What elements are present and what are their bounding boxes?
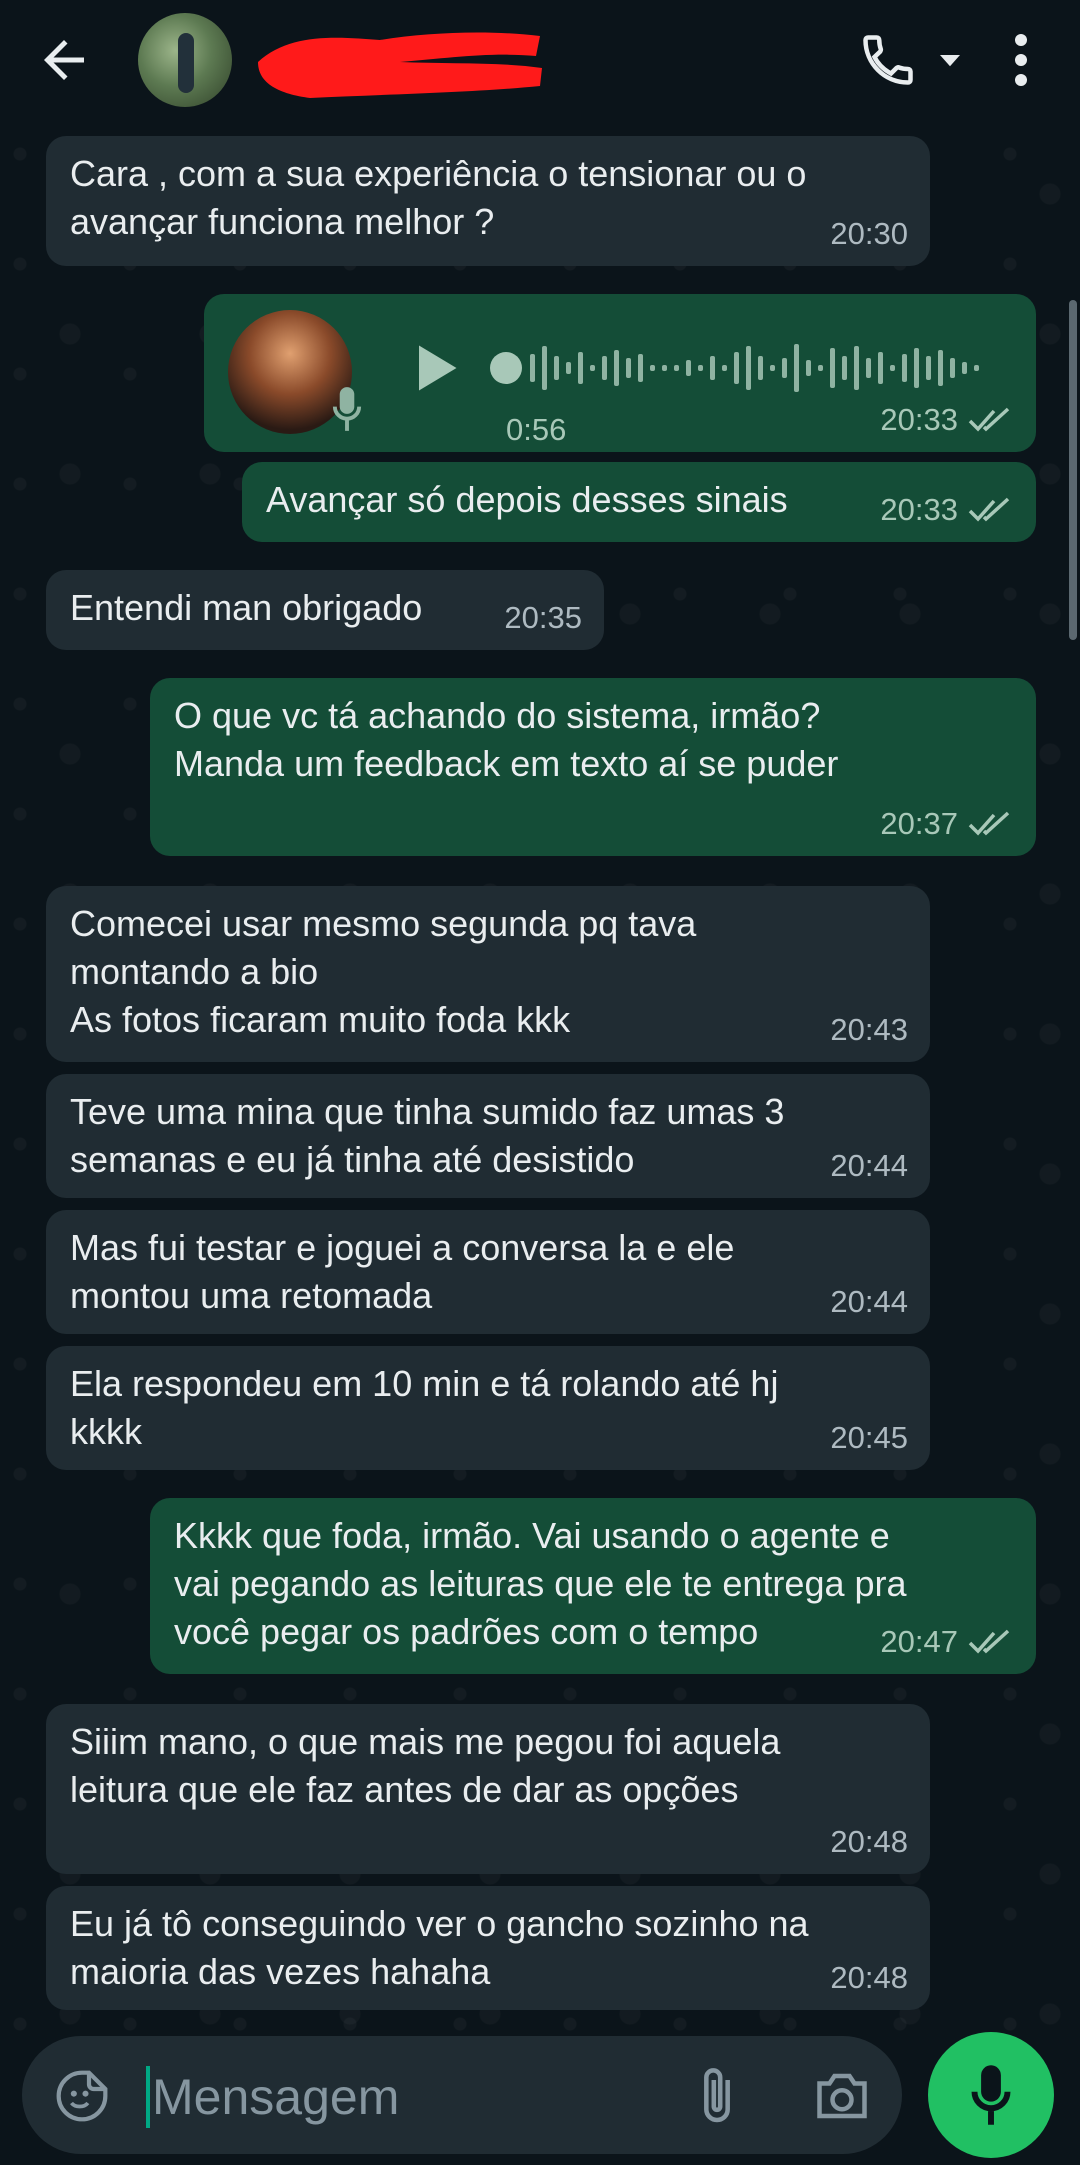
more-vert-icon[interactable] <box>1004 30 1038 90</box>
message-text: Comecei usar mesmo segunda pq tava monta… <box>70 903 697 1040</box>
message-time: 20:45 <box>830 1420 908 1455</box>
message-time: 20:44 <box>830 1148 908 1183</box>
play-icon[interactable] <box>404 338 464 398</box>
message-composer <box>22 2036 902 2154</box>
message-time: 20:48 <box>830 1824 908 1859</box>
message-text: Cara , com a sua experiência o tensionar… <box>70 153 807 242</box>
mic-icon <box>332 387 362 431</box>
message-time: 20:44 <box>830 1284 908 1319</box>
message-time: 20:33 <box>880 402 958 437</box>
message-bubble-incoming[interactable]: Cara , com a sua experiência o tensionar… <box>46 136 930 266</box>
message-time: 20:47 <box>880 1624 958 1659</box>
record-voice-button[interactable] <box>928 2032 1054 2158</box>
message-bubble-incoming[interactable]: Eu já tô conseguindo ver o gancho sozinh… <box>46 1886 930 2010</box>
message-bubble-incoming[interactable]: Ela respondeu em 10 min e tá rolando até… <box>46 1346 930 1470</box>
message-input[interactable] <box>150 2060 694 2134</box>
chevron-down-icon[interactable] <box>935 45 965 75</box>
message-time: 20:43 <box>830 1012 908 1047</box>
double-check-icon <box>968 1629 1010 1654</box>
message-time: 20:48 <box>830 1960 908 1995</box>
voice-duration: 0:56 <box>506 412 567 447</box>
contact-avatar[interactable] <box>138 13 232 107</box>
message-bubble-incoming[interactable]: Mas fui testar e joguei a conversa la e … <box>46 1210 930 1334</box>
mic-icon <box>971 2065 1011 2125</box>
message-text: Siiim mano, o que mais me pegou foi aque… <box>70 1721 781 1810</box>
phone-icon[interactable] <box>858 30 918 90</box>
scrollbar[interactable] <box>1069 300 1077 640</box>
chat-header <box>0 0 1080 134</box>
redacted-contact-name <box>258 32 542 98</box>
message-bubble-outgoing[interactable]: O que vc tá achando do sistema, irmão? M… <box>150 678 1036 856</box>
message-time: 20:35 <box>504 600 582 635</box>
audio-waveform[interactable] <box>486 332 996 404</box>
message-bubble-incoming[interactable]: Siiim mano, o que mais me pegou foi aque… <box>46 1704 930 1874</box>
paperclip-icon[interactable] <box>692 2064 742 2128</box>
message-text: Teve uma mina que tinha sumido faz umas … <box>70 1091 785 1180</box>
voice-message-bubble[interactable]: 0:56 20:33 <box>204 294 1036 452</box>
message-time: 20:37 <box>880 806 958 841</box>
message-time: 20:30 <box>830 216 908 251</box>
back-arrow-icon[interactable] <box>34 30 94 90</box>
message-bubble-incoming[interactable]: Entendi man obrigado 20:35 <box>46 570 604 650</box>
message-bubble-incoming[interactable]: Teve uma mina que tinha sumido faz umas … <box>46 1074 930 1198</box>
message-time: 20:33 <box>880 492 958 527</box>
message-bubble-incoming[interactable]: Comecei usar mesmo segunda pq tava monta… <box>46 886 930 1062</box>
message-text: Ela respondeu em 10 min e tá rolando até… <box>70 1363 779 1452</box>
double-check-icon <box>968 407 1010 432</box>
message-text: Mas fui testar e joguei a conversa la e … <box>70 1227 735 1316</box>
camera-icon[interactable] <box>812 2068 872 2124</box>
message-bubble-outgoing[interactable]: Kkkk que foda, irmão. Vai usando o agent… <box>150 1498 1036 1674</box>
message-text: O que vc tá achando do sistema, irmão? M… <box>174 695 839 784</box>
message-bubble-outgoing[interactable]: Avançar só depois desses sinais 20:33 <box>242 462 1036 542</box>
double-check-icon <box>968 497 1010 522</box>
emoji-sticker-icon[interactable] <box>54 2068 110 2124</box>
message-text: Eu já tô conseguindo ver o gancho sozinh… <box>70 1903 809 1992</box>
double-check-icon <box>968 811 1010 836</box>
